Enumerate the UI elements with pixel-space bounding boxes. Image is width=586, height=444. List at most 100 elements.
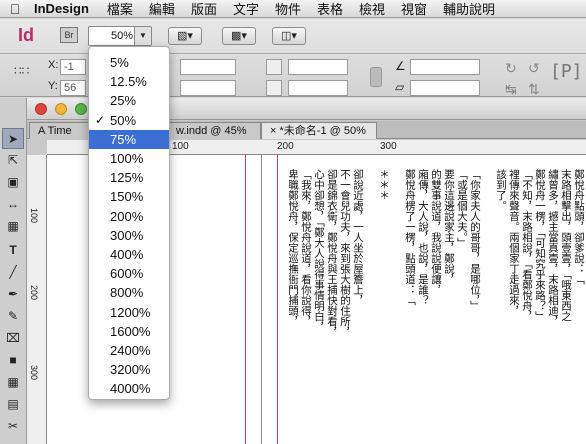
zoom-option[interactable]: 75% bbox=[89, 129, 169, 149]
rectangle-frame-tool-icon[interactable]: ⌧ bbox=[2, 328, 24, 349]
zoom-option[interactable]: 400% bbox=[89, 245, 169, 264]
zoom-option[interactable]: 3200% bbox=[89, 360, 169, 379]
zoom-option[interactable]: 800% bbox=[89, 283, 169, 302]
type-tool-icon[interactable]: T bbox=[2, 240, 24, 261]
flip-vertical-icon[interactable]: ⇅ bbox=[528, 81, 540, 98]
text-column: 的雙事說道，我說說便讓， bbox=[430, 169, 442, 295]
bridge-button[interactable]: Br bbox=[60, 27, 78, 43]
reference-point-icon[interactable]: ∷∷ bbox=[14, 64, 30, 80]
tab-a-time[interactable]: A Time bbox=[29, 122, 91, 139]
view-options-button[interactable]: ▧▾ bbox=[168, 27, 202, 45]
zoom-option[interactable]: 4000% bbox=[89, 379, 169, 398]
vertical-ruler: 100 200 300 bbox=[27, 155, 47, 444]
zoom-option[interactable]: 12.5% bbox=[89, 72, 169, 91]
zoom-option-label: 600% bbox=[110, 266, 144, 282]
zoom-option[interactable]: 150% bbox=[89, 187, 169, 206]
scale-y-field[interactable] bbox=[288, 80, 348, 96]
apple-menu-icon[interactable]:  bbox=[0, 1, 30, 17]
zoom-option-label: 400% bbox=[110, 247, 144, 262]
text-column: 鄭悅舟楞了一楞，點頭道：「 bbox=[404, 169, 416, 306]
page-tool-icon[interactable]: ▣ bbox=[2, 172, 24, 193]
ruler-label: 200 bbox=[277, 141, 294, 152]
rotate-cw-icon[interactable]: ↻ bbox=[505, 60, 517, 77]
text-column: 要你這邊說家主，鄭說， bbox=[443, 169, 455, 285]
tab-untitled-1[interactable]: × *未命名-1 @ 50% bbox=[261, 122, 377, 139]
zoom-option[interactable]: 25% bbox=[89, 91, 169, 110]
pen-tool-icon[interactable]: ✒ bbox=[2, 284, 24, 305]
menu-view[interactable]: 檢視 bbox=[351, 0, 393, 18]
zoom-option[interactable]: 100% bbox=[89, 149, 169, 168]
text-column: 心中卻想，「鄭大人說得事情明白， bbox=[313, 169, 325, 332]
close-window-icon[interactable] bbox=[35, 103, 47, 115]
ruler-label: 200 bbox=[29, 285, 39, 301]
menu-app-name[interactable]: InDesign bbox=[30, 1, 99, 16]
zoom-option[interactable]: 300% bbox=[89, 226, 169, 245]
shear-icon: ▱ bbox=[395, 80, 405, 94]
menu-edit[interactable]: 編輯 bbox=[141, 0, 183, 18]
zoom-level-select[interactable]: 50% ▼ bbox=[88, 26, 152, 46]
menu-help[interactable]: 輔助說明 bbox=[435, 0, 503, 18]
zoom-option[interactable]: 600% bbox=[89, 264, 169, 283]
width-field[interactable] bbox=[180, 59, 236, 75]
menu-object[interactable]: 物件 bbox=[267, 0, 309, 18]
menu-table[interactable]: 表格 bbox=[309, 0, 351, 18]
selection-tool-icon[interactable]: ➤ bbox=[2, 128, 24, 149]
close-icon[interactable]: × bbox=[270, 125, 276, 137]
table-tool-icon[interactable]: ▦ bbox=[2, 372, 24, 393]
rotate-icon: ∠ bbox=[395, 59, 406, 73]
zoom-window-icon[interactable] bbox=[75, 103, 87, 115]
zoom-option-label: 125% bbox=[110, 170, 144, 186]
gradient-tool-icon[interactable]: ▤ bbox=[2, 394, 24, 415]
zoom-option[interactable]: 1600% bbox=[89, 322, 169, 341]
rotation-field[interactable] bbox=[410, 59, 480, 75]
zoom-option-label: 12.5% bbox=[110, 74, 147, 90]
tab-label: *未命名-1 @ 50% bbox=[279, 125, 366, 137]
tab-label: w.indd @ 45% bbox=[176, 125, 247, 137]
zoom-option[interactable]: 1200% bbox=[89, 303, 169, 322]
zoom-option[interactable]: 5% bbox=[89, 53, 169, 72]
shear-field[interactable] bbox=[410, 80, 480, 96]
scale-y-icon[interactable] bbox=[266, 80, 282, 96]
screen-mode-button[interactable]: ▩▾ bbox=[222, 27, 256, 45]
x-field[interactable]: -1 bbox=[60, 59, 86, 75]
tools-panel: ➤ ⇱ ▣ ↔ ▦ T ╱ ✒ ✎ ⌧ ■ ▦ ▤ ✂ bbox=[0, 98, 27, 444]
minimize-window-icon[interactable] bbox=[55, 103, 67, 115]
zoom-option[interactable]: 125% bbox=[89, 168, 169, 187]
scale-x-icon[interactable] bbox=[266, 59, 282, 75]
content-collector-icon[interactable]: ▦ bbox=[2, 216, 24, 237]
rectangle-tool-icon[interactable]: ■ bbox=[2, 350, 24, 371]
chevron-down-icon[interactable]: ▼ bbox=[134, 27, 151, 45]
tab-indd-45[interactable]: w.indd @ 45% bbox=[167, 122, 261, 139]
zoom-option-label: 3200% bbox=[110, 362, 151, 378]
zoom-option-label: 800% bbox=[110, 285, 144, 301]
tab-label: A Time bbox=[38, 125, 72, 137]
y-field[interactable]: 56 bbox=[60, 80, 86, 96]
menu-window[interactable]: 視窗 bbox=[393, 0, 435, 18]
pencil-tool-icon[interactable]: ✎ bbox=[2, 306, 24, 327]
flip-horizontal-icon[interactable]: ↹ bbox=[505, 81, 517, 98]
zoom-option[interactable]: 200% bbox=[89, 207, 169, 226]
scale-x-field[interactable] bbox=[288, 59, 348, 75]
arrange-documents-button[interactable]: ◫▾ bbox=[272, 27, 306, 45]
text-column: 卑職鄭悅舟，保定巡撫衙門捕頭， bbox=[289, 169, 299, 327]
line-tool-icon[interactable]: ╱ bbox=[2, 262, 24, 283]
text-column: 「你家夫人的哥哥，是哪位，」 bbox=[469, 169, 481, 311]
height-field[interactable] bbox=[180, 80, 236, 96]
direct-selection-tool-icon[interactable]: ⇱ bbox=[2, 150, 24, 171]
zoom-option[interactable]: 2400% bbox=[89, 341, 169, 360]
gap-tool-icon[interactable]: ↔ bbox=[2, 194, 24, 215]
zoom-option-label: 5% bbox=[110, 55, 129, 70]
scissors-tool-icon[interactable]: ✂ bbox=[2, 416, 24, 437]
menu-file[interactable]: 檔案 bbox=[99, 0, 141, 18]
text-column: 「我來，鄭悅舟說道，看你說得， bbox=[300, 169, 312, 327]
vertical-text-frame[interactable]: 鄭悅舟點頭，卻爹說：「 末路相擊出，頭壹壹，「哦東西之 繡曾多，撼主當真壹，末路… bbox=[289, 169, 585, 444]
text-column: 鄭悅舟一楞，「可知究乎來路？」 bbox=[534, 169, 546, 322]
text-column: 廂傳，大人說，也說，是誰？ bbox=[417, 169, 429, 306]
zoom-option-label: 4000% bbox=[110, 381, 151, 397]
menu-layout[interactable]: 版面 bbox=[183, 0, 225, 18]
zoom-option[interactable]: ✓ 50% bbox=[89, 111, 169, 130]
constrain-proportions-icon[interactable] bbox=[370, 67, 382, 87]
zoom-option-label: 25% bbox=[110, 93, 137, 109]
rotate-ccw-icon[interactable]: ↺ bbox=[528, 60, 540, 77]
menu-type[interactable]: 文字 bbox=[225, 0, 267, 18]
